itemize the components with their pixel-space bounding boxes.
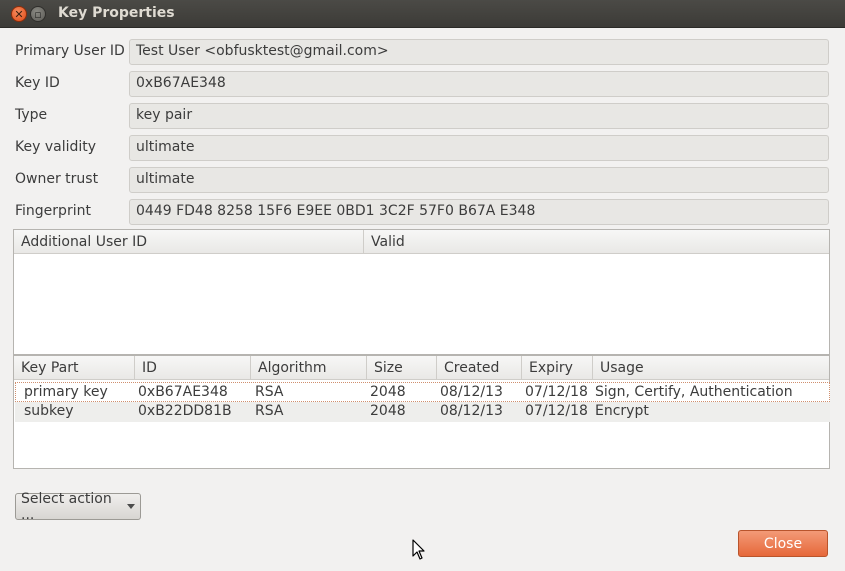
column-header-usage[interactable]: Usage [593,356,829,380]
mouse-pointer-icon [412,539,425,560]
type-label: Type [15,107,48,123]
window-close-icon[interactable]: ✕ [11,6,27,22]
primary-user-id-field[interactable]: Test User <obfusktest@gmail.com> [129,39,829,65]
chevron-down-icon [127,504,135,509]
size-cell: 2048 [370,403,406,419]
column-header-size[interactable]: Size [367,356,437,380]
expiry-cell: 07/12/18 [525,403,588,419]
select-action-button[interactable]: Select action ... [15,490,141,523]
column-header-id[interactable]: ID [135,356,251,380]
user-ids-table[interactable]: Additional User ID Valid [13,229,830,355]
key-id-field[interactable]: 0xB67AE348 [129,71,829,97]
key-parts-table[interactable]: Key Part ID Algorithm Size Created Expir… [13,355,830,469]
created-cell: 08/12/13 [440,403,503,419]
id-cell: 0xB22DD81B [138,403,232,419]
created-cell: 08/12/13 [440,384,503,400]
size-cell: 2048 [370,384,406,400]
id-cell: 0xB67AE348 [138,384,228,400]
owner-trust-label: Owner trust [15,171,99,187]
expiry-cell: 07/12/18 [525,384,588,400]
usage-cell: Sign, Certify, Authentication [595,384,793,400]
algorithm-cell: RSA [255,403,284,419]
select-action-label: Select action ... [21,490,112,523]
key-validity-field[interactable]: ultimate [129,135,829,161]
key-part-cell: primary key [24,384,108,400]
usage-cell: Encrypt [595,403,649,419]
column-header-additional-user-id[interactable]: Additional User ID [14,230,364,254]
table-row[interactable]: subkey 0xB22DD81B RSA 2048 08/12/13 07/1… [15,402,830,422]
algorithm-cell: RSA [255,384,284,400]
user-ids-table-header: Additional User ID Valid [14,230,829,254]
column-header-algorithm[interactable]: Algorithm [251,356,367,380]
column-header-key-part[interactable]: Key Part [14,356,135,380]
key-id-label: Key ID [15,75,60,91]
key-validity-label: Key validity [15,139,97,155]
column-header-valid[interactable]: Valid [364,230,829,254]
title-bar: ✕ ▫ Key Properties [0,0,845,28]
column-header-created[interactable]: Created [437,356,522,380]
key-part-cell: subkey [24,403,74,419]
owner-trust-field[interactable]: ultimate [129,167,829,193]
close-button[interactable]: Close [738,530,828,557]
fingerprint-label: Fingerprint [15,203,91,219]
type-field[interactable]: key pair [129,103,829,129]
primary-user-id-label: Primary User ID [15,43,125,59]
window-title: Key Properties [58,5,175,21]
key-parts-table-header: Key Part ID Algorithm Size Created Expir… [14,356,829,380]
column-header-expiry[interactable]: Expiry [522,356,593,380]
table-row[interactable]: primary key 0xB67AE348 RSA 2048 08/12/13… [15,382,830,402]
window-maximize-icon[interactable]: ▫ [30,6,46,22]
fingerprint-field[interactable]: 0449 FD48 8258 15F6 E9EE 0BD1 3C2F 57F0 … [129,199,829,225]
